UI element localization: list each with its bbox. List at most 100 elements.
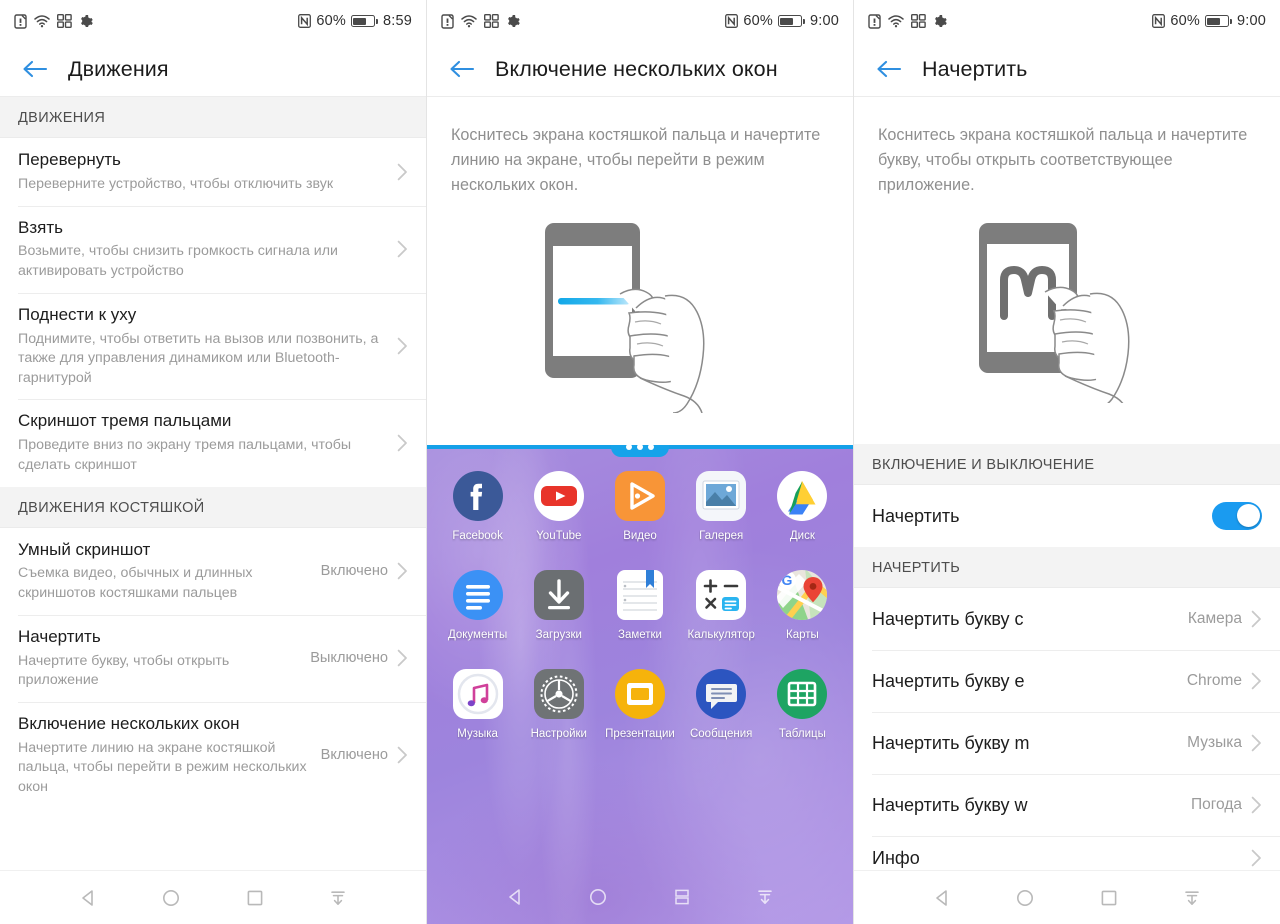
page-title-3: Начертить xyxy=(922,56,1028,81)
home-circle-icon[interactable] xyxy=(1005,878,1045,918)
back-triangle-icon[interactable] xyxy=(922,878,962,918)
multiwindow-drag-handle[interactable] xyxy=(611,445,669,457)
section-header-draw: НАЧЕРТИТЬ xyxy=(854,546,1280,588)
app-google-drive[interactable]: Диск xyxy=(762,469,843,542)
chevron-right-icon xyxy=(392,562,412,580)
app-downloads[interactable]: Загрузки xyxy=(518,568,599,641)
list-item-smart-screenshot[interactable]: Умный скриншот Съемка видео, обычных и д… xyxy=(0,527,426,615)
app-google-docs[interactable]: Документы xyxy=(437,568,518,641)
chevron-right-icon xyxy=(392,163,412,181)
app-label: Галерея xyxy=(699,530,744,542)
status-bar-1: 60% 8:59 xyxy=(0,0,426,42)
sim-card-icon xyxy=(441,13,454,29)
battery-icon-1 xyxy=(350,15,379,27)
wifi-icon xyxy=(34,14,50,28)
gallery-icon xyxy=(694,469,748,523)
knuckle-draw-letter-m-illustration xyxy=(854,204,1280,404)
list-item-draw-letter[interactable]: Начертить Начертите букву, чтобы открыть… xyxy=(0,614,426,702)
list-item-title: Начертить букву e xyxy=(872,670,1025,691)
app-settings[interactable]: Настройки xyxy=(518,667,599,740)
battery-icon-3 xyxy=(1204,15,1233,27)
app-bar-2: Включение нескольких окон xyxy=(427,42,853,96)
app-label: Диск xyxy=(789,530,815,542)
app-video[interactable]: Видео xyxy=(599,469,680,542)
app-label: Заметки xyxy=(618,629,662,641)
app-launcher-multiwindow[interactable]: Facebook YouTube Видео Галерея Диск Доку… xyxy=(427,445,853,924)
battery-percent-2: 60% xyxy=(743,13,773,29)
app-google-sheets[interactable]: Таблицы xyxy=(762,667,843,740)
status-bar-left-icons xyxy=(14,13,93,29)
app-music[interactable]: Музыка xyxy=(437,667,518,740)
list-item-subtitle: Начертите букву, чтобы открыть приложени… xyxy=(18,652,230,689)
app-facebook[interactable]: Facebook xyxy=(437,469,518,542)
list-item-raise-to-ear[interactable]: Поднести к уху Поднимите, чтобы ответить… xyxy=(0,292,426,400)
navbar-hide-icon[interactable] xyxy=(1172,878,1212,918)
list-item-letter-w[interactable]: Начертить букву w Погода xyxy=(854,773,1280,836)
app-gallery[interactable]: Галерея xyxy=(681,469,762,542)
settings-list-3[interactable]: ВКЛЮЧЕНИЕ И ВЫКЛЮЧЕНИЕ Начертить НАЧЕРТИ… xyxy=(854,443,1280,870)
list-item-title: Начертить букву m xyxy=(872,732,1030,753)
wifi-icon xyxy=(888,14,904,28)
battery-percent-1: 60% xyxy=(316,13,346,29)
gesture-description-2: Коснитесь экрана костяшкой пальца и наче… xyxy=(451,126,821,195)
app-notes[interactable]: Заметки xyxy=(599,568,680,641)
back-arrow-icon[interactable] xyxy=(445,52,479,86)
recents-square-icon[interactable] xyxy=(235,878,275,918)
back-arrow-icon[interactable] xyxy=(872,52,906,86)
status-bar-left-icons xyxy=(441,13,520,29)
app-google-slides[interactable]: Презентации xyxy=(599,667,680,740)
navbar-hide-icon[interactable] xyxy=(745,877,785,917)
list-item-three-finger-screenshot[interactable]: Скриншот тремя пальцами Проведите вниз п… xyxy=(0,399,426,487)
list-item-flip[interactable]: Перевернуть Переверните устройство, чтоб… xyxy=(0,138,426,206)
app-label: Презентации xyxy=(605,728,675,740)
back-triangle-icon[interactable] xyxy=(495,877,535,917)
list-item-value: Включено xyxy=(320,563,388,580)
qr-scan-icon xyxy=(483,13,499,29)
app-label: Карты xyxy=(786,629,819,641)
navigation-bar-3[interactable] xyxy=(854,870,1280,924)
navigation-bar-2[interactable] xyxy=(427,870,853,924)
gear-icon xyxy=(79,14,93,28)
home-circle-icon[interactable] xyxy=(151,878,191,918)
list-item-info[interactable]: Инфо xyxy=(854,835,1280,870)
nfc-icon xyxy=(1152,14,1166,28)
status-bar-right: 60% 9:00 xyxy=(1152,13,1266,29)
clock-3: 9:00 xyxy=(1236,13,1266,29)
list-item-letter-e[interactable]: Начертить букву e Chrome xyxy=(854,649,1280,712)
home-circle-icon[interactable] xyxy=(578,877,618,917)
app-calculator[interactable]: Калькулятор xyxy=(681,568,762,641)
list-item-letter-c[interactable]: Начертить букву c Камера xyxy=(854,587,1280,650)
list-item-title: Начертить букву c xyxy=(872,608,1024,629)
chevron-right-icon xyxy=(392,746,412,764)
back-arrow-icon[interactable] xyxy=(18,52,52,86)
list-item-subtitle: Съемка видео, обычных и длинных скриншот… xyxy=(18,565,253,602)
app-messages[interactable]: Сообщения xyxy=(681,667,762,740)
nfc-icon xyxy=(298,14,312,28)
app-label: Музыка xyxy=(457,728,498,740)
chevron-right-icon xyxy=(392,240,412,258)
app-label: Видео xyxy=(623,530,657,542)
chevron-right-icon xyxy=(1246,672,1266,690)
app-google-maps[interactable]: G Карты xyxy=(762,568,843,641)
list-item-enable-multiwindow[interactable]: Включение нескольких окон Начертите лини… xyxy=(0,701,426,809)
chevron-right-icon xyxy=(1246,849,1266,867)
list-item-value: Chrome xyxy=(1186,671,1242,689)
status-bar-2: 60% 9:00 xyxy=(427,0,853,42)
navigation-bar-1[interactable] xyxy=(0,870,426,924)
list-item-draw-toggle[interactable]: Начертить xyxy=(854,484,1280,547)
app-youtube[interactable]: YouTube xyxy=(518,469,599,542)
navbar-hide-icon[interactable] xyxy=(318,878,358,918)
clock-2: 9:00 xyxy=(809,13,839,29)
list-item-letter-m[interactable]: Начертить букву m Музыка xyxy=(854,711,1280,774)
split-screen-icon[interactable] xyxy=(662,877,702,917)
toggle-switch-draw[interactable] xyxy=(1212,501,1262,530)
settings-gear-icon xyxy=(532,667,586,721)
recents-square-icon[interactable] xyxy=(1089,878,1129,918)
list-item-value: Камера xyxy=(1187,609,1242,627)
gear-icon xyxy=(933,14,947,28)
list-item-pickup[interactable]: Взять Возьмите, чтобы снизить громкость … xyxy=(0,205,426,293)
back-triangle-icon[interactable] xyxy=(68,878,108,918)
settings-list-1[interactable]: ДВИЖЕНИЯ Перевернуть Переверните устройс… xyxy=(0,97,426,870)
